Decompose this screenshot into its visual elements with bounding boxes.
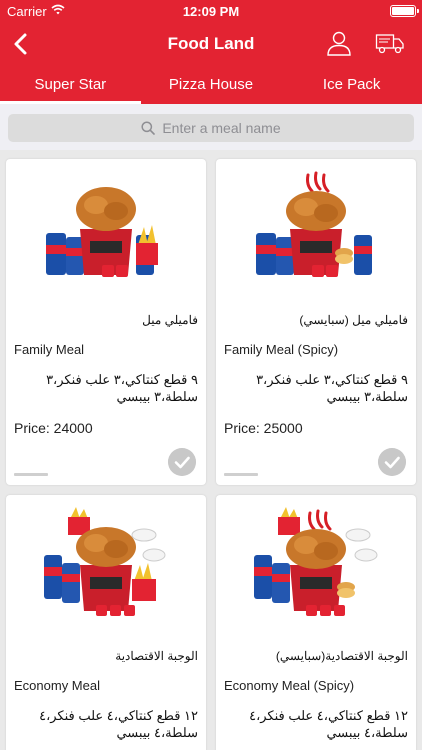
meal-name-arabic: فاميلي ميل (سبايسي) [299, 313, 408, 327]
meal-description: ٩ قطع كنتاكي،٣ علب فنكر،٣ سلطة،٣ بيبسي [46, 372, 198, 404]
category-tabs: Super Star Pizza House Ice Pack [0, 66, 422, 104]
search-bar-area: Enter a meal name [0, 104, 422, 150]
search-placeholder: Enter a meal name [162, 120, 281, 136]
search-icon [141, 121, 156, 135]
meal-name-english: Economy Meal [14, 678, 100, 693]
meal-name-arabic: الوجبة الاقتصادية [115, 649, 198, 663]
meal-description: ١٢ قطع كنتاكي،٤ علب فنكر،٤ سلطة،٤ بيبسي [249, 708, 408, 740]
meal-photo [256, 171, 372, 277]
meal-name-arabic: فاميلي ميل [142, 313, 198, 327]
status-time: 12:09 PM [182, 4, 240, 19]
truck-icon[interactable] [375, 31, 405, 55]
meal-photo [44, 507, 166, 616]
tab-pizza-house[interactable]: Pizza House [141, 66, 282, 104]
meal-card[interactable]: الوجبة الاقتصادية Economy Meal ١٢ قطع كن… [6, 495, 206, 750]
app-header: Carrier 12:09 PM Food Land Super Star Pi… [0, 0, 422, 104]
checkmark-icon[interactable] [378, 448, 406, 476]
meal-name-english: Family Meal [14, 342, 85, 357]
meal-name-english: Economy Meal (Spicy) [224, 678, 355, 693]
checkmark-icon[interactable] [168, 448, 196, 476]
meal-name-arabic: الوجبة الاقتصادية(سبايسي) [275, 649, 408, 663]
meal-price: Price: 25000 [224, 420, 303, 436]
meal-description: ٩ قطع كنتاكي،٣ علب فنكر،٣ سلطة،٣ بيبسي [256, 372, 408, 404]
battery-icon [390, 5, 419, 17]
user-icon[interactable] [326, 30, 352, 56]
search-input[interactable]: Enter a meal name [8, 114, 414, 142]
meal-card[interactable]: فاميلي ميل Family Meal ٩ قطع كنتاكي،٣ عل… [6, 159, 206, 485]
meal-price: Price: 24000 [14, 420, 93, 436]
tab-ice-pack[interactable]: Ice Pack [281, 66, 422, 104]
meal-photo [254, 507, 378, 616]
meal-card[interactable]: فاميلي ميل (سبايسي) Family Meal (Spicy) … [216, 159, 416, 485]
tab-super-star[interactable]: Super Star [0, 66, 141, 104]
divider [14, 473, 48, 476]
status-bar: Carrier 12:09 PM [0, 0, 422, 22]
navigation-bar: Food Land [0, 22, 422, 66]
meal-card[interactable]: الوجبة الاقتصادية(سبايسي) Economy Meal (… [216, 495, 416, 750]
page-title: Food Land [167, 34, 255, 53]
meal-photo [46, 187, 158, 277]
meal-name-english: Family Meal (Spicy) [224, 342, 339, 357]
divider [224, 473, 258, 476]
meal-description: ١٢ قطع كنتاكي،٤ علب فنكر،٤ سلطة،٤ بيبسي [39, 708, 198, 740]
